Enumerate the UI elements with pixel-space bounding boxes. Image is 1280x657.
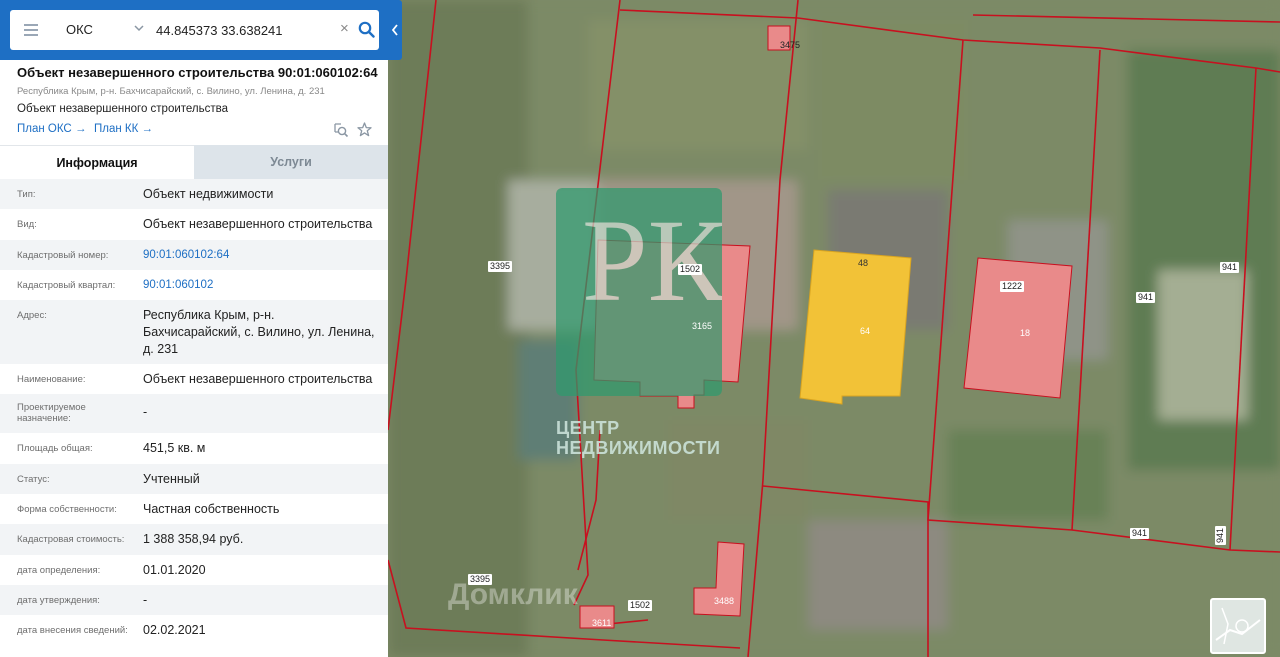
parcel-label: 941 <box>1215 525 1227 546</box>
collapse-sidebar-button[interactable] <box>388 0 402 60</box>
info-row: дата внесения сведений: 02.02.2021 <box>0 615 388 645</box>
info-row: Вид: Объект незавершенного строительства <box>0 209 388 240</box>
chevron-left-icon <box>391 24 398 36</box>
info-row: дата определения: 01.01.2020 <box>0 555 388 585</box>
svg-text:РК: РК <box>582 195 722 326</box>
info-row: Проектируемое назначение: - <box>0 394 388 433</box>
plan-oks-link[interactable]: План ОКС → <box>17 123 86 135</box>
object-title: Объект незавершенного строительства 90:0… <box>17 65 378 80</box>
search-bar: ОКС × <box>0 0 388 60</box>
map-imagery <box>388 0 1280 657</box>
parcel-label: 941 <box>1136 292 1156 303</box>
object-type: Объект незавершенного строительства <box>17 103 229 115</box>
parcel-label: 3475 <box>780 40 801 50</box>
parcel-label: 3165 <box>692 321 713 331</box>
info-row: Статус: Учтенный <box>0 464 388 494</box>
search-box: ОКС × <box>10 10 379 50</box>
parcel-label: 3395 <box>468 574 493 585</box>
minimap-icon <box>1215 607 1261 645</box>
search-icon[interactable] <box>358 21 375 38</box>
plan-kk-link[interactable]: План КК → <box>94 123 153 135</box>
zoom-to-object-icon[interactable] <box>333 122 349 138</box>
star-icon[interactable] <box>357 122 372 137</box>
arrow-right-icon: → <box>141 123 154 135</box>
cadastral-map[interactable]: РК ЦЕНТР НЕДВИЖИМОСТИ Домклик 3395 3395 … <box>388 0 1280 657</box>
object-address: Республика Крым, р-н. Бахчисарайский, с.… <box>17 86 325 97</box>
menu-icon[interactable] <box>24 29 38 31</box>
parcel-label: 1502 <box>678 264 703 275</box>
parcel-label: 1222 <box>1000 281 1025 292</box>
watermark-text: ЦЕНТР НЕДВИЖИМОСТИ <box>556 418 721 458</box>
tab-services[interactable]: Услуги <box>194 145 388 179</box>
info-row: Наименование: Объект незавершенного стро… <box>0 364 388 394</box>
parcel-label: 64 <box>860 326 871 336</box>
tabs: Информация Услуги <box>0 145 388 179</box>
parcel-label: 3611 <box>592 618 612 628</box>
parcel-label: 941 <box>1220 262 1240 273</box>
search-input[interactable] <box>156 20 332 40</box>
info-row: Площадь общая: 451,5 кв. м <box>0 433 388 464</box>
minimap-button[interactable] <box>1210 598 1266 654</box>
parcel-label: 18 <box>1020 328 1031 338</box>
object-type-select[interactable]: ОКС <box>66 22 93 37</box>
info-table: Тип: Объект недвижимости Вид: Объект нез… <box>0 179 388 645</box>
info-row: Кадастровый номер: 90:01:060102:64 <box>0 240 388 270</box>
cadastral-number-link[interactable]: 90:01:060102:64 <box>143 240 383 270</box>
chevron-down-icon[interactable] <box>134 24 144 32</box>
info-row: Кадастровый квартал: 90:01:060102 <box>0 270 388 300</box>
clear-icon[interactable]: × <box>340 21 349 37</box>
parcel-label: 941 <box>1130 528 1150 539</box>
cadastral-quarter-link[interactable]: 90:01:060102 <box>143 270 383 300</box>
parcel-label: 3488 <box>714 596 735 606</box>
info-row: Адрес: Республика Крым, р-н. Бахчисарайс… <box>0 300 388 364</box>
info-row: Форма собственности: Частная собственнос… <box>0 494 388 524</box>
arrow-right-icon: → <box>74 123 87 135</box>
watermark-logo: РК <box>556 188 722 396</box>
parcel-label: 48 <box>858 258 869 268</box>
tab-information[interactable]: Информация <box>0 145 194 179</box>
info-row: Кадастровая стоимость: 1 388 358,94 руб. <box>0 524 388 555</box>
sidebar-panel: ОКС × Объект незавершенного строительств… <box>0 0 388 657</box>
parcel-label: 1502 <box>628 600 653 611</box>
info-row: дата утверждения: - <box>0 585 388 615</box>
info-row: Тип: Объект недвижимости <box>0 179 388 209</box>
parcel-label: 3395 <box>488 261 513 272</box>
